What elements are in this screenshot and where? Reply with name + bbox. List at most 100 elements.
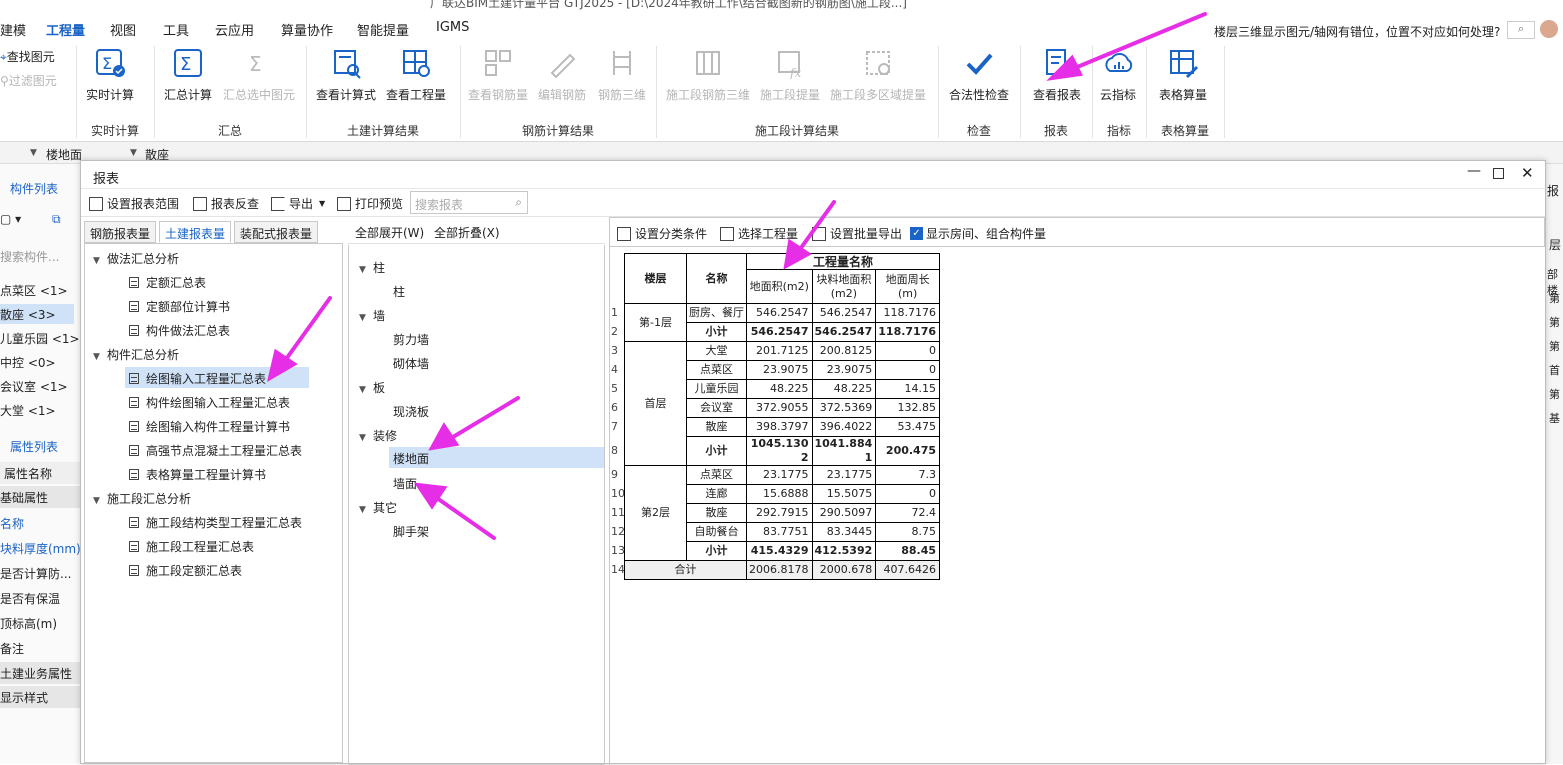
document-icon — [129, 277, 139, 288]
segment-multi-area-button[interactable]: 施工段多区域提量 — [826, 46, 930, 103]
tree-group[interactable]: ▼ 构件汇总分析 — [93, 346, 179, 363]
view-rebar-button[interactable]: 查看钢筋量 — [466, 46, 530, 103]
segment-rebar-3d-button[interactable]: 施工段钢筋三维 — [662, 46, 754, 103]
menu-collab[interactable]: 算量协作 — [281, 20, 333, 39]
property-group[interactable]: 土建业务属性 — [0, 662, 80, 684]
help-search-icon[interactable]: ⌕ — [1507, 21, 1535, 39]
find-element-button[interactable]: ⌖查找图元 — [0, 48, 55, 65]
set-range-button[interactable]: 设置报表范围 — [89, 195, 179, 212]
report-item[interactable]: 表格算量工程量计算书 — [129, 466, 266, 483]
report-item[interactable]: 高强节点混凝土工程量汇总表 — [129, 442, 302, 459]
view-report-button[interactable]: 查看报表 — [1026, 46, 1088, 103]
chevron-down-icon: ▼ — [319, 199, 326, 208]
filter-element-button[interactable]: ⚲过滤图元 — [0, 72, 57, 89]
category-item[interactable]: 现浇板 — [393, 403, 429, 420]
category-group[interactable]: ▼ 柱 — [359, 259, 385, 276]
tab-civil-report[interactable]: 土建报表量 — [159, 221, 232, 243]
menu-cloud[interactable]: 云应用 — [215, 20, 254, 39]
tab-rebar-report[interactable]: 钢筋报表量 — [84, 221, 157, 243]
value-cell: 83.7751 — [746, 522, 813, 542]
summary-calc-button[interactable]: Σ 汇总计算 — [160, 46, 216, 103]
floor-cell: 首层 — [624, 341, 687, 466]
menu-view[interactable]: 视图 — [110, 20, 136, 39]
select-quantity-button[interactable]: 选择工程量 — [720, 225, 798, 242]
menu-quantity[interactable]: 工程量 — [46, 20, 86, 44]
component-search[interactable]: 搜索构件... — [0, 248, 59, 265]
tree-group[interactable]: ▼ 做法汇总分析 — [93, 250, 179, 267]
view-quantity-button[interactable]: 查看工程量 — [382, 46, 450, 103]
menu-igms[interactable]: IGMS — [436, 20, 469, 35]
new-icon[interactable]: ▢ ▾ — [0, 212, 21, 226]
minimize-icon[interactable]: — — [1467, 163, 1481, 179]
category-group[interactable]: ▼ 板 — [359, 379, 385, 396]
view-formula-button[interactable]: 查看计算式 — [312, 46, 380, 103]
realtime-calc-button[interactable]: Σ 实时计算 — [82, 46, 138, 103]
show-room-checkbox[interactable]: ✓ 显示房间、组合构件量 — [910, 225, 1046, 242]
classify-condition-button[interactable]: 设置分类条件 — [617, 225, 707, 242]
menu-smart[interactable]: 智能提量 — [357, 20, 409, 39]
property-row[interactable]: 顶标高(m) — [0, 615, 57, 632]
report-item[interactable]: 绘图输入构件工程量计算书 — [129, 418, 290, 435]
category-item[interactable]: 剪力墙 — [393, 331, 429, 348]
list-item[interactable]: 儿童乐园 <1> — [0, 330, 80, 347]
maximize-icon[interactable] — [1493, 168, 1504, 179]
copy-icon[interactable]: ⧉ — [52, 212, 61, 227]
floor-dropdown[interactable]: 楼地面 — [46, 146, 82, 163]
property-row[interactable]: 块料厚度(mm) — [0, 540, 80, 557]
list-item[interactable]: 会议室 <1> — [0, 378, 68, 395]
menu-modeling[interactable]: 建模 — [0, 20, 26, 39]
row-number: 10 — [611, 486, 625, 500]
list-item-selected[interactable]: 散座 <3> — [0, 304, 74, 324]
tab-property-list[interactable]: 属性列表 — [10, 438, 58, 455]
print-preview-button[interactable]: 打印预览 — [337, 195, 403, 212]
close-icon[interactable]: ✕ — [1521, 164, 1534, 182]
category-item[interactable]: 砌体墙 — [393, 355, 429, 372]
property-row[interactable]: 是否有保温 — [0, 590, 60, 607]
list-item[interactable]: 中控 <0> — [0, 354, 56, 371]
avatar[interactable] — [1540, 20, 1558, 38]
batch-export-button[interactable]: 设置批量导出 — [812, 225, 902, 242]
segment-quantity-button[interactable]: fx 施工段提量 — [756, 46, 824, 103]
expand-all-button[interactable]: 全部展开(W) — [355, 224, 424, 241]
reverse-lookup-button[interactable]: 报表反查 — [193, 195, 259, 212]
rebar-3d-button[interactable]: 钢筋三维 — [594, 46, 650, 103]
document-icon — [129, 445, 139, 456]
menu-tools[interactable]: 工具 — [163, 20, 189, 39]
header-col: 地面积(m2) — [746, 269, 813, 304]
help-question[interactable]: 楼层三维显示图元/轴网有错位，位置不对应如何处理? — [1214, 23, 1500, 40]
report-item[interactable]: 构件绘图输入工程量汇总表 — [129, 394, 290, 411]
property-row[interactable]: 是否计算防... — [0, 565, 71, 582]
collapse-all-button[interactable]: 全部折叠(X) — [434, 224, 500, 241]
tab-prefab-report[interactable]: 装配式报表量 — [234, 221, 319, 243]
list-item[interactable]: 点菜区 <1> — [0, 282, 68, 299]
value-cell: 201.7125 — [746, 341, 813, 361]
category-item[interactable]: 柱 — [393, 283, 405, 300]
report-item[interactable]: 施工段工程量汇总表 — [129, 538, 254, 555]
category-item[interactable]: 墙面 — [393, 475, 417, 492]
edit-rebar-button[interactable]: 编辑钢筋 — [534, 46, 590, 103]
report-item[interactable]: 定额汇总表 — [129, 274, 206, 291]
property-group[interactable]: 显示样式 — [0, 686, 80, 708]
report-item-selected[interactable]: 绘图输入工程量汇总表 — [125, 367, 309, 388]
report-item[interactable]: 施工段结构类型工程量汇总表 — [129, 514, 302, 531]
validity-check-button[interactable]: 合法性检查 — [944, 46, 1014, 103]
list-item[interactable]: 大堂 <1> — [0, 402, 56, 419]
property-row[interactable]: 名称 — [0, 515, 24, 532]
export-button[interactable]: 导出 ▼ — [271, 195, 325, 212]
svg-text:Σ: Σ — [102, 54, 112, 73]
report-search-input[interactable]: 搜索报表 ⌕ — [410, 191, 528, 214]
property-row[interactable]: 备注 — [0, 640, 24, 657]
report-item[interactable]: 构件做法汇总表 — [129, 322, 230, 339]
category-item[interactable]: 脚手架 — [393, 523, 429, 540]
tree-group[interactable]: ▼ 施工段汇总分析 — [93, 490, 191, 507]
report-item[interactable]: 施工段定额汇总表 — [129, 562, 242, 579]
table-calc-button[interactable]: 表格算量 — [1152, 46, 1214, 103]
tab-component-list[interactable]: 构件列表 — [10, 180, 58, 197]
category-group[interactable]: ▼ 其它 — [359, 499, 397, 516]
report-item[interactable]: 定额部位计算书 — [129, 298, 230, 315]
category-group[interactable]: ▼ 墙 — [359, 307, 385, 324]
category-item-selected[interactable]: 楼地面 — [389, 447, 604, 468]
category-group[interactable]: ▼ 装修 — [359, 427, 397, 444]
cloud-index-button[interactable]: 云指标 — [1096, 46, 1140, 103]
summary-selected-button[interactable]: Σ 汇总选中图元 — [218, 46, 300, 103]
